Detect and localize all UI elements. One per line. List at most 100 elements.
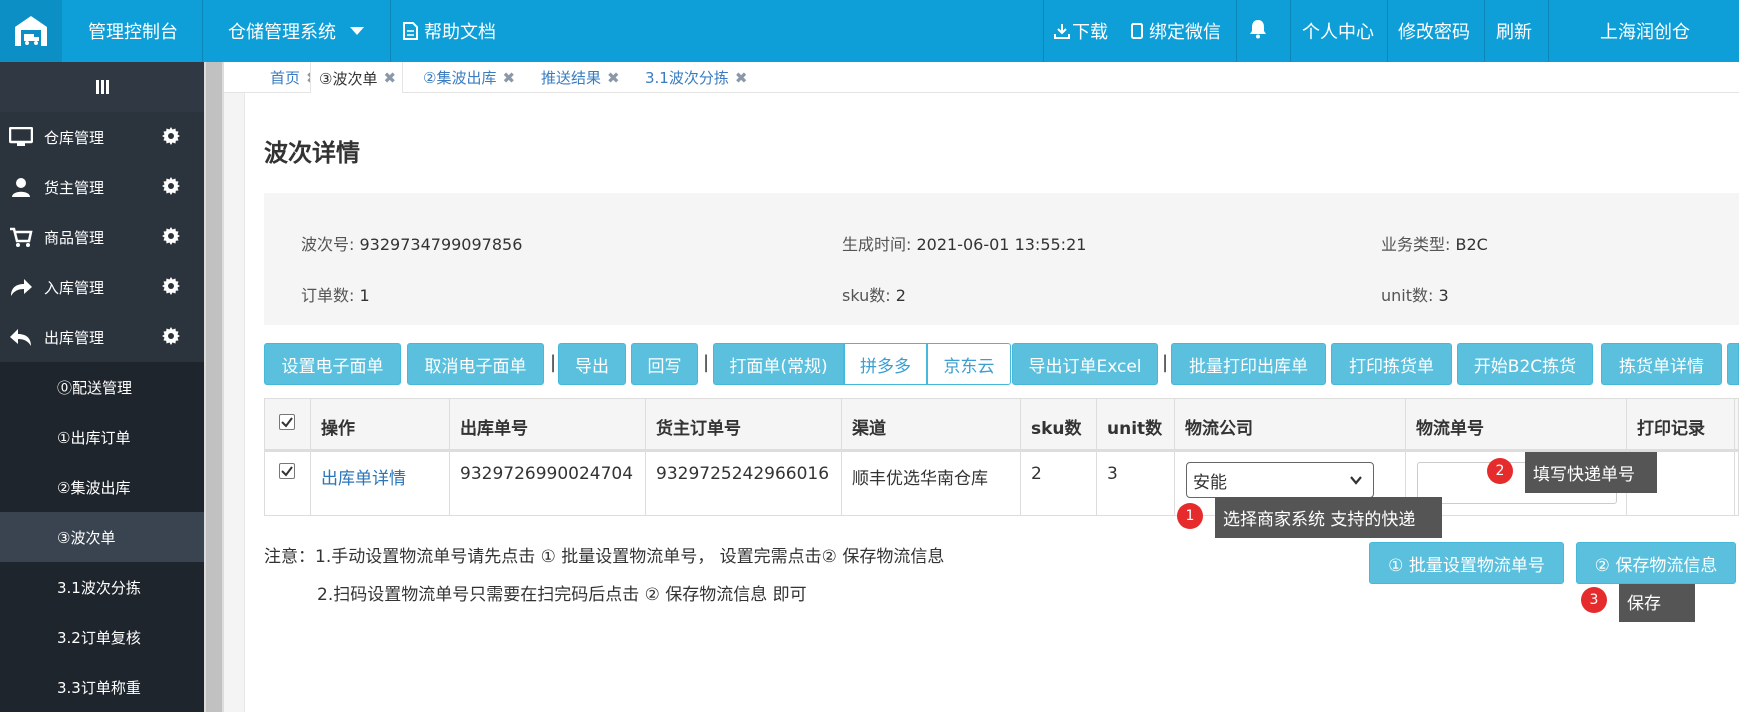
reply-icon — [8, 327, 34, 347]
writeback-button[interactable]: 回写 — [631, 343, 698, 385]
select-all-checkbox[interactable] — [279, 414, 295, 430]
logistics-company-select[interactable]: 安能 — [1186, 462, 1374, 498]
sidebar-subitem-order-review[interactable]: 3.2订单复核 — [0, 612, 204, 662]
batch-set-tracking-button[interactable]: ① 批量设置物流单号 — [1369, 542, 1564, 584]
export-excel-button[interactable]: 导出订单Excel — [1012, 343, 1158, 385]
sidebar-subitem-delivery[interactable]: ⓪配送管理 — [0, 362, 204, 412]
share-icon — [8, 277, 34, 297]
sidebar-scrollbar[interactable] — [206, 62, 222, 712]
header-logistics[interactable]: 物流公司 — [1185, 414, 1253, 439]
header-print-record[interactable]: 打印记录 — [1637, 414, 1705, 439]
wave-info-panel — [264, 193, 1739, 325]
gear-icon[interactable] — [162, 277, 180, 299]
user-icon — [8, 177, 34, 197]
annotation-badge-2: 2 — [1487, 458, 1513, 484]
owner-order-no-cell: 9329725242966016 — [656, 464, 830, 484]
close-icon[interactable]: ✖ — [607, 69, 620, 87]
close-icon[interactable]: ✖ — [735, 69, 748, 87]
row-checkbox[interactable] — [279, 463, 295, 479]
tab-wave-order[interactable]: ③波次单 ✖ — [310, 62, 404, 94]
close-icon[interactable]: ✖ — [383, 69, 396, 87]
top-navbar: 管理控制台 仓储管理系统 帮助文档 下载 绑定微信 个人中心 修改密码 刷新 上… — [0, 0, 1739, 62]
sidebar-item-goods[interactable]: 商品管理 — [0, 212, 204, 262]
tab-wave-outbound[interactable]: ②集波出库 ✖ — [423, 62, 515, 93]
channel-cell: 顺丰优选华南仓库 — [852, 469, 988, 489]
sidebar-subitem-order-weigh[interactable]: 3.3订单称重 — [0, 662, 204, 712]
sidebar-item-warehouse[interactable]: 仓库管理 — [0, 112, 204, 162]
annotation-badge-1: 1 — [1177, 503, 1203, 529]
cancel-eface-button[interactable]: 取消电子面单 — [407, 343, 544, 385]
sidebar-subitem-wave-sorting[interactable]: 3.1波次分拣 — [0, 562, 204, 612]
export-button[interactable]: 导出 — [558, 343, 626, 385]
change-password-link[interactable]: 修改密码 — [1398, 0, 1470, 62]
warehouse-logo-icon — [15, 16, 47, 46]
print-pick-list-button[interactable]: 打印拣货单 — [1331, 343, 1452, 385]
start-b2c-pick-button[interactable]: 开始B2C拣货 — [1457, 343, 1593, 385]
pick-detail-button[interactable]: 拣货单详情 — [1601, 343, 1722, 385]
header-channel[interactable]: 渠道 — [852, 414, 886, 439]
outbound-no-cell: 9329726990024704 — [460, 464, 634, 484]
content-gutter — [224, 93, 244, 712]
annotation-tip-2: 填写快递单号 — [1525, 452, 1657, 493]
print-normal-button[interactable]: 打面单(常规) — [713, 343, 844, 385]
logo[interactable] — [0, 0, 62, 62]
toolbar-separator: | — [703, 352, 710, 373]
refresh-link[interactable]: 刷新 — [1496, 0, 1532, 62]
sidebar-item-owner[interactable]: 货主管理 — [0, 162, 204, 212]
bell-icon — [1248, 19, 1268, 44]
gear-icon[interactable] — [162, 227, 180, 249]
save-logistics-button[interactable]: ② 保存物流信息 — [1576, 542, 1736, 584]
sku-cell: 2 — [1031, 464, 1042, 484]
order-count: 订单数: 1 — [301, 286, 370, 305]
sidebar-subitem-wave-outbound[interactable]: ②集波出库 — [0, 462, 204, 512]
sidebar-subitem-wave-order[interactable]: ③波次单 — [0, 512, 204, 562]
page-title: 波次详情 — [264, 139, 360, 167]
unit-cell: 3 — [1107, 464, 1118, 484]
tab-wave-sorting[interactable]: 3.1波次分拣 ✖ — [645, 62, 747, 93]
help-docs-link[interactable]: 帮助文档 — [402, 0, 496, 62]
sku-count: sku数: 2 — [842, 286, 906, 305]
close-icon[interactable]: ✖ — [502, 69, 515, 87]
console-link[interactable]: 管理控制台 — [88, 0, 178, 62]
set-eface-button[interactable]: 设置电子面单 — [264, 343, 401, 385]
note-line-2: 2.扫码设置物流单号只需要在扫完码后点击 ② 保存物流信息 即可 — [317, 585, 807, 605]
tab-bar: 首页✖ ③波次单✖ ②集波出库✖ 推送结果✖ 3.1波次分拣✖ — [224, 62, 1739, 94]
annotation-tip-3: 保存 — [1619, 581, 1695, 622]
jdcloud-button[interactable]: 京东云 — [927, 343, 1011, 385]
outbound-detail-link[interactable]: 出库单详情 — [321, 464, 406, 489]
header-unit[interactable]: unit数 — [1107, 414, 1162, 439]
chevron-down-icon — [1350, 476, 1362, 485]
sidebar-subitem-outbound-orders[interactable]: ①出库订单 — [0, 412, 204, 462]
bind-wechat-link[interactable]: 绑定微信 — [1131, 0, 1221, 62]
batch-print-button[interactable]: 批量打印出库单 — [1171, 343, 1326, 385]
header-sku[interactable]: sku数 — [1031, 414, 1082, 439]
created-time: 生成时间: 2021-06-01 13:55:21 — [842, 235, 1087, 254]
cart-icon — [8, 227, 34, 247]
sidebar-item-outbound[interactable]: 出库管理 — [0, 312, 204, 362]
check-icon — [281, 466, 293, 477]
company-name[interactable]: 上海润创仓 — [1600, 0, 1690, 62]
annotation-tip-1: 选择商家系统 支持的快递 — [1215, 497, 1442, 538]
collapse-bars-icon — [96, 80, 109, 94]
download-link[interactable]: 下载 — [1054, 0, 1108, 62]
caret-down-icon — [350, 27, 364, 35]
more-button[interactable] — [1727, 343, 1739, 385]
sidebar-toggle[interactable] — [0, 62, 204, 112]
sidebar-item-inbound[interactable]: 入库管理 — [0, 262, 204, 312]
gear-icon[interactable] — [162, 327, 180, 349]
gear-icon[interactable] — [162, 127, 180, 149]
header-owner-order-no[interactable]: 货主订单号 — [656, 414, 741, 439]
header-tracking-no[interactable]: 物流单号 — [1416, 414, 1484, 439]
check-icon — [281, 417, 293, 428]
gear-icon[interactable] — [162, 177, 180, 199]
mobile-icon — [1131, 23, 1143, 39]
profile-link[interactable]: 个人中心 — [1302, 0, 1374, 62]
header-action: 操作 — [321, 419, 355, 439]
wave-number: 波次号: 9329734799097856 — [301, 235, 523, 254]
sidebar: 仓库管理 货主管理 商品管理 入库管理 出库管理 ⓪配送管理 ①出库订单 ②集波… — [0, 62, 204, 712]
notifications-button[interactable] — [1248, 0, 1268, 62]
header-outbound-no[interactable]: 出库单号 — [460, 414, 528, 439]
pdd-button[interactable]: 拼多多 — [844, 343, 927, 385]
system-dropdown[interactable]: 仓储管理系统 — [228, 0, 364, 62]
tab-push-result[interactable]: 推送结果 ✖ — [541, 62, 620, 93]
